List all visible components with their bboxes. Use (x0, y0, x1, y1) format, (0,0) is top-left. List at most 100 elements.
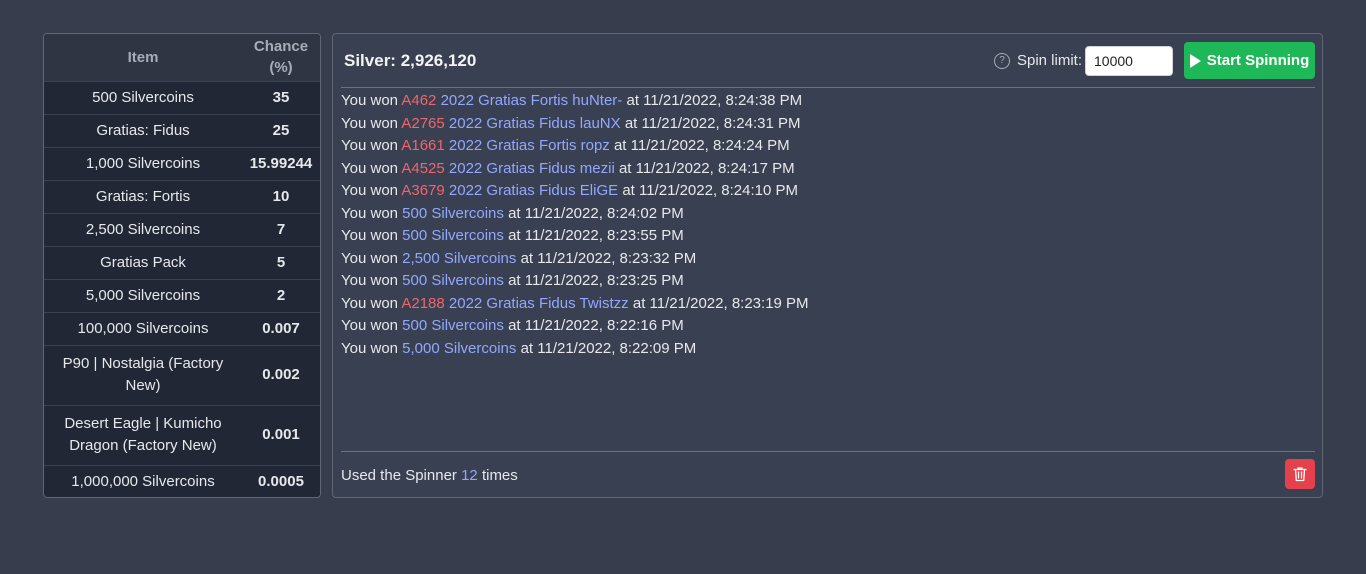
log-entry: You won A462 2022 Gratias Fortis huNter-… (341, 90, 1315, 113)
item-name: 500 Silvercoins (44, 80, 242, 114)
log-entry: You won 500 Silvercoins at 11/21/2022, 8… (341, 270, 1315, 293)
table-row: 5,000 Silvercoins 2 (44, 278, 320, 312)
column-header-chance: Chance (%) (253, 38, 309, 77)
spinner-header: Silver: 2,926,120 ? Spin limit: Start Sp… (341, 34, 1315, 88)
table-row: 100,000 Silvercoins 0.007 (44, 311, 320, 345)
item-name: 1,000,000 Silvercoins (44, 464, 242, 497)
table-row: 500 Silvercoins 35 (44, 80, 320, 114)
log-item-id: A462 (401, 92, 437, 109)
spinner-panel: Silver: 2,926,120 ? Spin limit: Start Sp… (332, 33, 1323, 498)
log-item-name: 2,500 Silvercoins (402, 249, 517, 267)
item-chance: 2 (242, 278, 320, 312)
log-prefix: You won (341, 339, 398, 357)
item-chance: 0.002 (242, 344, 320, 405)
odds-table-header: Item Chance (%) (44, 34, 320, 81)
log-entry: You won 500 Silvercoins at 11/21/2022, 8… (341, 315, 1315, 338)
log-timestamp: at 11/21/2022, 8:24:31 PM (624, 114, 801, 132)
log-item-name: 500 Silvercoins (402, 204, 504, 222)
log-entry: You won A2765 2022 Gratias Fidus lauNX a… (341, 113, 1315, 136)
log-item-name: 500 Silvercoins (402, 317, 504, 334)
spin-limit-input[interactable] (1085, 45, 1173, 76)
log-entry: You won A1661 2022 Gratias Fortis ropz a… (341, 135, 1315, 158)
item-name: P90 | Nostalgia (Factory New) (44, 344, 242, 405)
item-name: Desert Eagle | Kumicho Dragon (Factory N… (44, 404, 242, 465)
log-entry: You won 500 Silvercoins at 11/21/2022, 8… (341, 203, 1315, 226)
log-prefix: You won (341, 92, 398, 109)
log-item-id: A4525 (401, 159, 445, 177)
item-chance: 35 (242, 80, 320, 114)
log-item-id: A2188 (401, 294, 445, 312)
log-prefix: You won (341, 137, 398, 154)
usage-count: 12 (461, 467, 478, 484)
item-chance: 0.007 (242, 311, 320, 345)
log-item-name: 2022 Gratias Fidus lauNX (448, 114, 621, 132)
usage-text: Used the Spinner 12 times (341, 467, 518, 484)
log-timestamp: at 11/21/2022, 8:24:02 PM (508, 204, 684, 222)
odds-panel: Item Chance (%) 500 Silvercoins 35 Grati… (43, 33, 321, 498)
log-timestamp: at 11/21/2022, 8:24:17 PM (618, 159, 795, 177)
log-prefix: You won (341, 182, 398, 199)
item-name: Gratias: Fortis (44, 179, 242, 213)
log-timestamp: at 11/21/2022, 8:22:16 PM (508, 317, 684, 334)
log-prefix: You won (341, 317, 398, 334)
question-circle-icon[interactable]: ? (993, 52, 1010, 69)
log-timestamp: at 11/21/2022, 8:23:55 PM (508, 227, 684, 244)
log-prefix: You won (341, 272, 398, 289)
item-name: 100,000 Silvercoins (44, 311, 242, 345)
table-row: 1,000,000 Silvercoins 0.0005 (44, 464, 320, 497)
log-entry: You won 500 Silvercoins at 11/21/2022, 8… (341, 225, 1315, 248)
log-item-name: 5,000 Silvercoins (402, 339, 517, 357)
item-chance: 7 (242, 212, 320, 246)
log-timestamp: at 11/21/2022, 8:23:32 PM (520, 249, 697, 267)
item-name: Gratias Pack (44, 245, 242, 279)
table-row: Desert Eagle | Kumicho Dragon (Factory N… (44, 404, 320, 465)
log-item-id: A3679 (401, 182, 445, 199)
log-prefix: You won (341, 204, 398, 222)
item-chance: 0.001 (242, 404, 320, 465)
log-item-name: 2022 Gratias Fidus mezii (448, 159, 615, 177)
item-chance: 0.0005 (242, 464, 320, 497)
item-chance: 5 (242, 245, 320, 279)
log-item-name: 500 Silvercoins (402, 227, 504, 244)
start-spinning-label: Start Spinning (1206, 52, 1310, 69)
item-chance: 15.99244 (242, 146, 320, 180)
spin-log: You won A462 2022 Gratias Fortis huNter-… (341, 90, 1315, 360)
table-row: Gratias: Fortis 10 (44, 179, 320, 213)
usage-prefix: Used the Spinner (341, 467, 457, 484)
log-prefix: You won (341, 227, 398, 244)
table-row: Gratias: Fidus 25 (44, 113, 320, 147)
spin-limit-label: Spin limit: (1016, 52, 1082, 69)
log-timestamp: at 11/21/2022, 8:22:09 PM (520, 339, 697, 357)
log-entry: You won A2188 2022 Gratias Fidus Twistzz… (341, 293, 1315, 316)
log-item-name: 2022 Gratias Fidus Twistzz (448, 294, 629, 312)
column-header-item: Item (127, 48, 159, 66)
item-name: 2,500 Silvercoins (44, 212, 242, 246)
log-item-id: A1661 (401, 137, 445, 154)
item-chance: 25 (242, 113, 320, 147)
log-entry: You won A4525 2022 Gratias Fidus mezii a… (341, 158, 1315, 181)
log-entry: You won 5,000 Silvercoins at 11/21/2022,… (341, 338, 1315, 361)
log-prefix: You won (341, 114, 398, 132)
table-row: P90 | Nostalgia (Factory New) 0.002 (44, 344, 320, 405)
item-name: 1,000 Silvercoins (44, 146, 242, 180)
log-timestamp: at 11/21/2022, 8:23:19 PM (632, 294, 809, 312)
log-entry: You won 2,500 Silvercoins at 11/21/2022,… (341, 248, 1315, 271)
log-timestamp: at 11/21/2022, 8:24:24 PM (613, 137, 790, 154)
item-name: 5,000 Silvercoins (44, 278, 242, 312)
log-item-id: A2765 (401, 114, 445, 132)
spin-controls: ? Spin limit: Start Spinning (993, 42, 1315, 79)
log-entry: You won A3679 2022 Gratias Fidus EliGE a… (341, 180, 1315, 203)
log-prefix: You won (341, 159, 398, 177)
table-row: 1,000 Silvercoins 15.99244 (44, 146, 320, 180)
log-item-name: 2022 Gratias Fortis ropz (448, 137, 610, 154)
usage-suffix: times (481, 467, 518, 484)
start-spinning-button[interactable]: Start Spinning (1184, 42, 1315, 79)
log-prefix: You won (341, 249, 398, 267)
spinner-footer: Used the Spinner 12 times (341, 451, 1315, 496)
log-timestamp: at 11/21/2022, 8:24:38 PM (626, 92, 803, 109)
table-row: Gratias Pack 5 (44, 245, 320, 279)
log-timestamp: at 11/21/2022, 8:23:25 PM (508, 272, 684, 289)
silver-balance: Silver: 2,926,120 (344, 51, 477, 70)
clear-log-button[interactable] (1285, 459, 1315, 489)
odds-table: Item Chance (%) 500 Silvercoins 35 Grati… (44, 34, 320, 497)
